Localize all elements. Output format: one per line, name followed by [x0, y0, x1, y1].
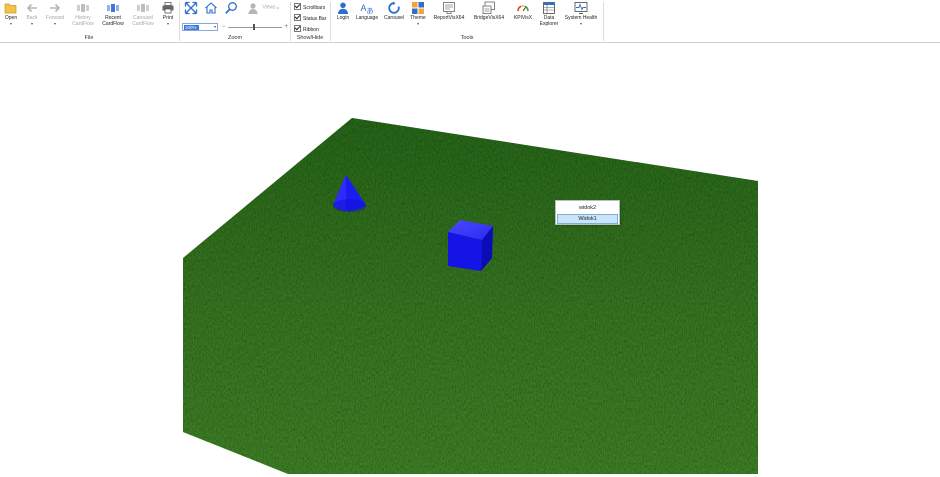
- magnifier-icon: [225, 2, 237, 14]
- arrow-left-icon: [26, 3, 37, 13]
- folder-icon: [4, 3, 17, 14]
- forward-button[interactable]: Forward ▾: [44, 1, 66, 26]
- chevron-down-icon: ▾: [9, 20, 12, 26]
- theme-button[interactable]: Theme ▾: [408, 1, 428, 26]
- checkbox-checked-icon[interactable]: [294, 3, 301, 10]
- bridge-icon: [482, 1, 495, 14]
- gauge-icon: [517, 5, 529, 12]
- bridgevisx64-button[interactable]: BridgeVisX64: [470, 1, 508, 22]
- chevron-down-icon: ▾: [166, 20, 169, 26]
- kpivisx-label: KPIVisX: [513, 15, 533, 21]
- file-group-label: File: [84, 35, 94, 41]
- carousel-button[interactable]: Carousel: [382, 1, 406, 22]
- carousel-cf-label-2: CardFlow: [132, 20, 154, 27]
- print-button[interactable]: Print ▾: [159, 1, 177, 26]
- show-hide-group-label: Show/Hide: [296, 35, 324, 41]
- view-selection-popup: widok2 Widok1: [555, 200, 620, 225]
- tools-group-label: Tools: [460, 35, 474, 41]
- scrollbars-label: Scrollbars: [303, 5, 326, 11]
- report-icon: [443, 2, 455, 14]
- popup-item-widok1[interactable]: Widok1: [557, 214, 618, 224]
- translate-icon: A あ: [361, 3, 374, 15]
- chevron-down-icon[interactable]: ▾: [214, 24, 216, 29]
- data-table-icon: [543, 2, 555, 14]
- data-explorer-label-2: Explorer: [539, 20, 559, 27]
- ribbon-label: Ribbon: [303, 27, 319, 33]
- arrow-right-icon: [50, 3, 61, 13]
- cardflow-icon: [77, 4, 89, 12]
- views-button[interactable]: Views ▾: [243, 1, 283, 15]
- data-explorer-button[interactable]: Data Explorer: [538, 1, 560, 27]
- carousel-cardflow-button[interactable]: Carousel CardFlow: [129, 1, 157, 27]
- home-icon: [205, 2, 217, 14]
- checkbox-checked-icon[interactable]: [294, 14, 301, 21]
- zoom-search-button[interactable]: [223, 1, 239, 16]
- ribbon-toolbar: Open ▾ Back ▾ Forward ▾ History CardFlow: [0, 0, 940, 43]
- login-button[interactable]: Login: [334, 1, 352, 22]
- chevron-down-icon: ▾: [30, 20, 33, 26]
- group-divider: [603, 2, 604, 41]
- fit-to-window-button[interactable]: [183, 1, 199, 16]
- kpivisx-button[interactable]: KPIVisX: [510, 1, 536, 22]
- recent-label-2: CardFlow: [102, 20, 124, 27]
- history-cardflow-button[interactable]: History CardFlow: [70, 1, 96, 27]
- open-button[interactable]: Open ▾: [2, 1, 20, 26]
- bridgevisx64-label: BridgeVisX64: [473, 15, 505, 21]
- reportvisx64-label: ReportVisX64: [433, 15, 465, 21]
- ribbon-checkbox[interactable]: Ribbon: [294, 25, 319, 34]
- file-group: Open ▾ Back ▾ Forward ▾ History CardFlow: [0, 0, 178, 43]
- camera-user-icon: [248, 3, 258, 14]
- system-health-icon: [574, 2, 588, 14]
- language-button[interactable]: A あ Language: [354, 1, 380, 22]
- grass-ground-shade: [183, 118, 758, 474]
- reportvisx64-button[interactable]: ReportVisX64: [430, 1, 468, 22]
- printer-icon: [162, 2, 174, 14]
- 3d-viewport[interactable]: [0, 44, 940, 477]
- zoom-in-button[interactable]: +: [284, 23, 288, 31]
- zoom-slider-track[interactable]: [228, 27, 282, 28]
- history-label-2: CardFlow: [72, 20, 94, 27]
- recent-cardflow-button[interactable]: Recent CardFlow: [99, 1, 127, 27]
- views-label: Views: [262, 4, 276, 11]
- scrollbars-checkbox[interactable]: Scrollbars: [294, 3, 325, 12]
- home-view-button[interactable]: [203, 1, 219, 16]
- user-icon: [338, 2, 348, 14]
- chevron-down-icon: ▾: [416, 20, 419, 26]
- zoom-slider-thumb[interactable]: [253, 24, 255, 30]
- zoom-group-label: Zoom: [227, 35, 243, 41]
- zoom-slider[interactable]: − +: [222, 23, 288, 31]
- chevron-down-icon: ▾: [579, 20, 582, 26]
- checkbox-checked-icon[interactable]: [294, 25, 301, 32]
- carousel-label: Carousel: [383, 15, 404, 21]
- cardflow-icon: [137, 4, 149, 12]
- refresh-icon: [388, 1, 400, 14]
- chevron-down-icon: ▾: [53, 20, 56, 26]
- zoom-level-value: 100%: [184, 25, 199, 30]
- theme-tiles-icon: [412, 2, 424, 14]
- popup-item-widok2[interactable]: widok2: [557, 203, 618, 213]
- login-label: Login: [336, 15, 350, 21]
- chevron-down-icon: ▾: [277, 5, 280, 11]
- status-bar-label: Status Bar: [303, 16, 327, 22]
- back-button[interactable]: Back ▾: [22, 1, 42, 26]
- cube-object[interactable]: [448, 220, 493, 271]
- status-bar-checkbox[interactable]: Status Bar: [294, 14, 326, 23]
- language-label: Language: [355, 15, 379, 21]
- svg-text:あ: あ: [367, 7, 374, 15]
- zoom-level-combo[interactable]: 100% ▾: [182, 23, 218, 31]
- cardflow-icon: [107, 4, 119, 12]
- expand-icon: [184, 1, 198, 15]
- system-health-button[interactable]: System Health ▾: [562, 1, 600, 26]
- zoom-out-button[interactable]: −: [222, 23, 226, 31]
